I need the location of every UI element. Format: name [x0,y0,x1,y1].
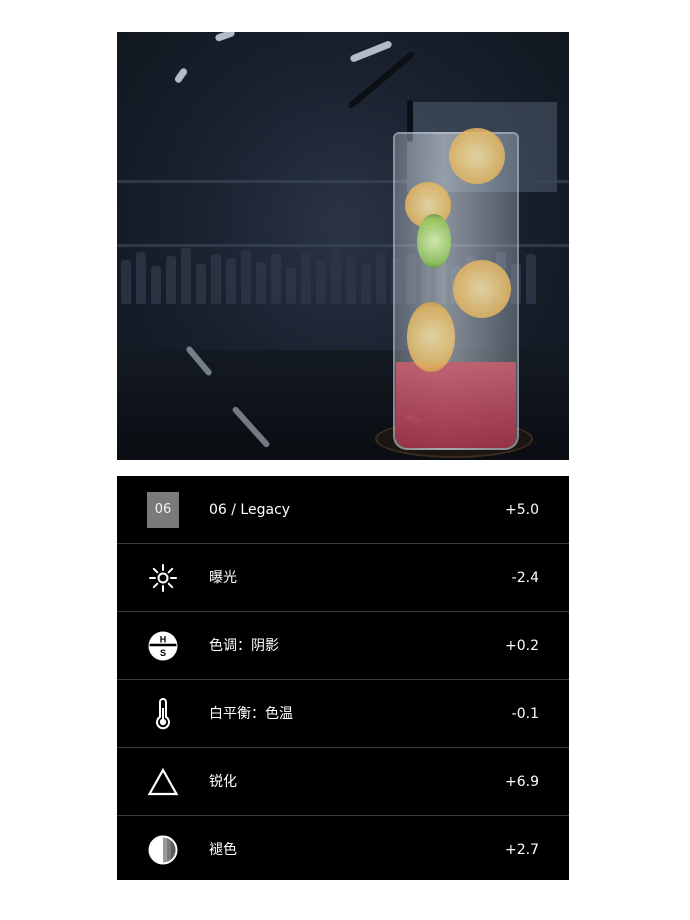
adjustment-label: 锐化 [209,774,237,790]
lemon-slice [449,128,505,184]
adjustment-label: 06 / Legacy [209,502,291,518]
lemon-slice [407,302,455,372]
adjustment-label: 色调：阴影 [209,638,279,654]
shadow-letter: S [160,648,166,658]
lemon-slice [453,260,511,318]
hue-letter: H [160,635,167,645]
adjustment-row-fade[interactable]: 褪色 +2.7 [117,816,569,884]
ceiling-light [173,66,189,85]
adjustment-value: -0.1 [511,706,539,722]
adjustment-row-exposure[interactable]: 曝光 -2.4 [117,544,569,612]
adjustment-value: +0.2 [505,638,539,654]
sun-icon [147,562,179,594]
adjustment-value: -2.4 [511,570,539,586]
thermometer-icon [147,698,179,730]
adjustment-label: 曝光 [209,570,237,586]
adjustment-row-hue-shadow[interactable]: H S 色调：阴影 +0.2 [117,612,569,680]
adjustment-value: +6.9 [505,774,539,790]
adjustment-row-preset[interactable]: 06 06 / Legacy +5.0 [117,476,569,544]
adjustment-row-white-balance[interactable]: 白平衡：色温 -0.1 [117,680,569,748]
lime-slice [417,214,451,268]
adjustment-label: 褪色 [209,842,237,858]
juice [396,362,516,448]
ceiling-light [214,32,236,43]
adjustment-row-sharpen[interactable]: 锐化 +6.9 [117,748,569,816]
adjustment-value: +2.7 [505,842,539,858]
adjustment-label: 白平衡：色温 [209,706,293,722]
ceiling-light [349,40,393,63]
adjustment-value: +5.0 [505,502,539,518]
adjustment-panel: 06 06 / Legacy +5.0 曝光 -2.4 H S 色调：阴影 +0… [117,476,569,880]
hue-shadow-icon: H S [147,630,179,662]
preset-badge-text: 06 [147,492,179,528]
preset-badge: 06 [147,492,179,528]
triangle-icon [147,766,179,798]
fade-icon [147,834,179,866]
drink-photo [117,32,569,460]
